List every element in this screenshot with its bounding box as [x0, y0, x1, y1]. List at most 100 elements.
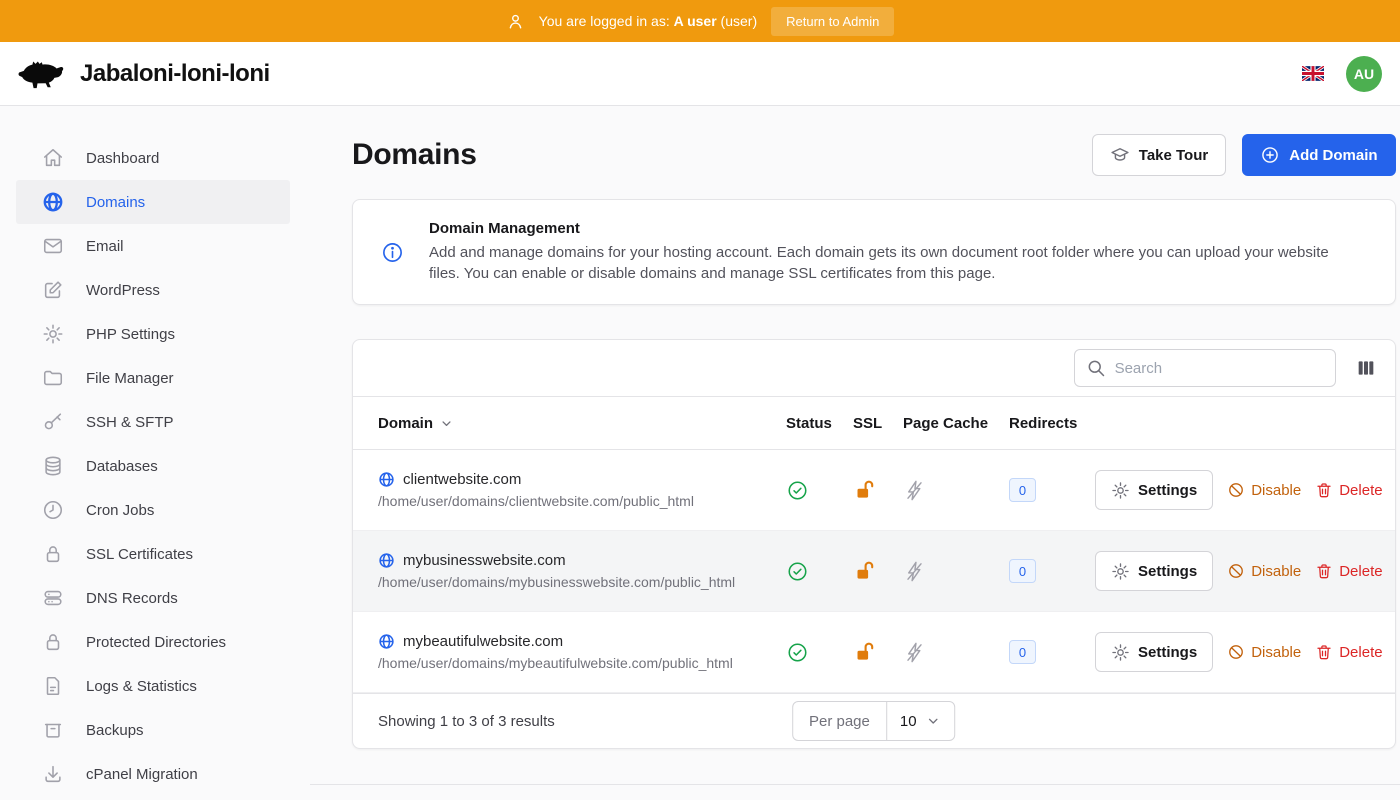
ssl-unlocked-icon[interactable]	[853, 559, 877, 583]
sidebar-item-label: Domains	[86, 194, 145, 211]
page-cache-disabled-icon[interactable]	[903, 479, 926, 502]
info-box-title: Domain Management	[429, 220, 1334, 237]
brand[interactable]: Jabaloni-loni-loni	[16, 54, 270, 94]
sidebar-item-protected-directories[interactable]: Protected Directories	[16, 620, 290, 664]
domain-name[interactable]: clientwebsite.com	[403, 471, 521, 488]
sidebar-item-domains[interactable]: Domains	[16, 180, 290, 224]
sidebar-item-label: cPanel Migration	[86, 766, 198, 783]
banner-user-role: (user)	[721, 13, 758, 29]
impersonation-banner: You are logged in as: A user (user) Retu…	[0, 0, 1400, 42]
gear-icon	[42, 323, 64, 345]
database-icon	[42, 455, 64, 477]
sidebar: Dashboard Domains Email WordPress PHP Se…	[0, 106, 310, 800]
search-input[interactable]	[1074, 349, 1336, 387]
globe-icon	[42, 191, 64, 213]
settings-button[interactable]: Settings	[1095, 551, 1213, 591]
plus-circle-icon	[1260, 145, 1280, 165]
page-title: Domains	[352, 138, 477, 172]
return-to-admin-button[interactable]: Return to Admin	[771, 7, 894, 36]
domain-name[interactable]: mybusinesswebsite.com	[403, 552, 566, 569]
sidebar-item-email[interactable]: Email	[16, 224, 290, 268]
trash-icon	[1315, 643, 1333, 661]
sidebar-item-ssl-certificates[interactable]: SSL Certificates	[16, 532, 290, 576]
sidebar-item-databases[interactable]: Databases	[16, 444, 290, 488]
domain-path: /home/user/domains/mybusinesswebsite.com…	[378, 574, 786, 590]
domain-management-info-box: Domain Management Add and manage domains…	[352, 199, 1396, 305]
archive-icon	[42, 719, 64, 741]
redirects-count[interactable]: 0	[1009, 559, 1036, 583]
sidebar-item-label: Email	[86, 238, 124, 255]
sidebar-item-label: WordPress	[86, 282, 160, 299]
clock-icon	[42, 499, 64, 521]
column-header-ssl: SSL	[853, 415, 903, 432]
sidebar-item-cron-jobs[interactable]: Cron Jobs	[16, 488, 290, 532]
user-icon	[506, 12, 525, 31]
globe-icon	[378, 633, 395, 650]
sidebar-item-wordpress[interactable]: WordPress	[16, 268, 290, 312]
columns-toggle-icon[interactable]	[1354, 356, 1378, 380]
sidebar-item-dashboard[interactable]: Dashboard	[16, 136, 290, 180]
redirects-count[interactable]: 0	[1009, 478, 1036, 502]
sort-chevron-down-icon	[439, 416, 454, 431]
column-header-domain[interactable]: Domain	[378, 415, 786, 432]
sidebar-item-label: Cron Jobs	[86, 502, 154, 519]
sidebar-item-label: DNS Records	[86, 590, 178, 607]
page-cache-disabled-icon[interactable]	[903, 641, 926, 664]
trash-icon	[1315, 481, 1333, 499]
take-tour-button[interactable]: Take Tour	[1092, 134, 1226, 176]
page-cache-disabled-icon[interactable]	[903, 560, 926, 583]
sidebar-item-cpanel-migration[interactable]: cPanel Migration	[16, 752, 290, 796]
ssl-unlocked-icon[interactable]	[853, 640, 877, 664]
sidebar-item-dns-records[interactable]: DNS Records	[16, 576, 290, 620]
boar-logo-icon	[16, 54, 66, 94]
banner-message: You are logged in as: A user (user)	[539, 13, 757, 29]
sidebar-item-label: SSL Certificates	[86, 546, 193, 563]
sidebar-item-ssh-sftp[interactable]: SSH & SFTP	[16, 400, 290, 444]
sidebar-item-php-settings[interactable]: PHP Settings	[16, 312, 290, 356]
status-enabled-icon	[786, 479, 809, 502]
download-icon	[42, 763, 64, 785]
sidebar-item-file-manager[interactable]: File Manager	[16, 356, 290, 400]
settings-button[interactable]: Settings	[1095, 470, 1213, 510]
disable-button[interactable]: Disable	[1227, 481, 1301, 499]
lock-icon	[42, 631, 64, 653]
domain-name[interactable]: mybeautifulwebsite.com	[403, 633, 563, 650]
column-header-status: Status	[786, 415, 853, 432]
table-row: mybusinesswebsite.com /home/user/domains…	[353, 531, 1395, 612]
home-icon	[42, 147, 64, 169]
footer-divider	[310, 784, 1400, 785]
table-row: clientwebsite.com /home/user/domains/cli…	[353, 450, 1395, 531]
envelope-icon	[42, 235, 64, 257]
sidebar-item-label: Protected Directories	[86, 634, 226, 651]
results-summary: Showing 1 to 3 of 3 results	[378, 713, 555, 730]
delete-button[interactable]: Delete	[1315, 562, 1382, 580]
domains-table-card: Domain Status SSL Page Cache Redirects c…	[352, 339, 1396, 749]
trash-icon	[1315, 562, 1333, 580]
redirects-count[interactable]: 0	[1009, 640, 1036, 664]
disable-button[interactable]: Disable	[1227, 562, 1301, 580]
ban-icon	[1227, 481, 1245, 499]
status-enabled-icon	[786, 560, 809, 583]
pencil-icon	[42, 279, 64, 301]
add-domain-button[interactable]: Add Domain	[1242, 134, 1395, 176]
settings-button[interactable]: Settings	[1095, 632, 1213, 672]
sidebar-item-label: Backups	[86, 722, 144, 739]
delete-button[interactable]: Delete	[1315, 643, 1382, 661]
sidebar-item-label: File Manager	[86, 370, 174, 387]
brand-name: Jabaloni-loni-loni	[80, 60, 270, 88]
domain-path: /home/user/domains/clientwebsite.com/pub…	[378, 493, 786, 509]
uk-flag-icon[interactable]	[1302, 66, 1324, 81]
banner-user-name: A user	[674, 13, 717, 29]
user-avatar[interactable]: AU	[1346, 56, 1382, 92]
column-header-redirects: Redirects	[1009, 415, 1095, 432]
lock-icon	[42, 543, 64, 565]
per-page-select[interactable]: 10	[887, 702, 955, 740]
column-header-page-cache: Page Cache	[903, 415, 1009, 432]
globe-icon	[378, 471, 395, 488]
ban-icon	[1227, 643, 1245, 661]
sidebar-item-backups[interactable]: Backups	[16, 708, 290, 752]
ssl-unlocked-icon[interactable]	[853, 478, 877, 502]
delete-button[interactable]: Delete	[1315, 481, 1382, 499]
sidebar-item-logs-statistics[interactable]: Logs & Statistics	[16, 664, 290, 708]
disable-button[interactable]: Disable	[1227, 643, 1301, 661]
